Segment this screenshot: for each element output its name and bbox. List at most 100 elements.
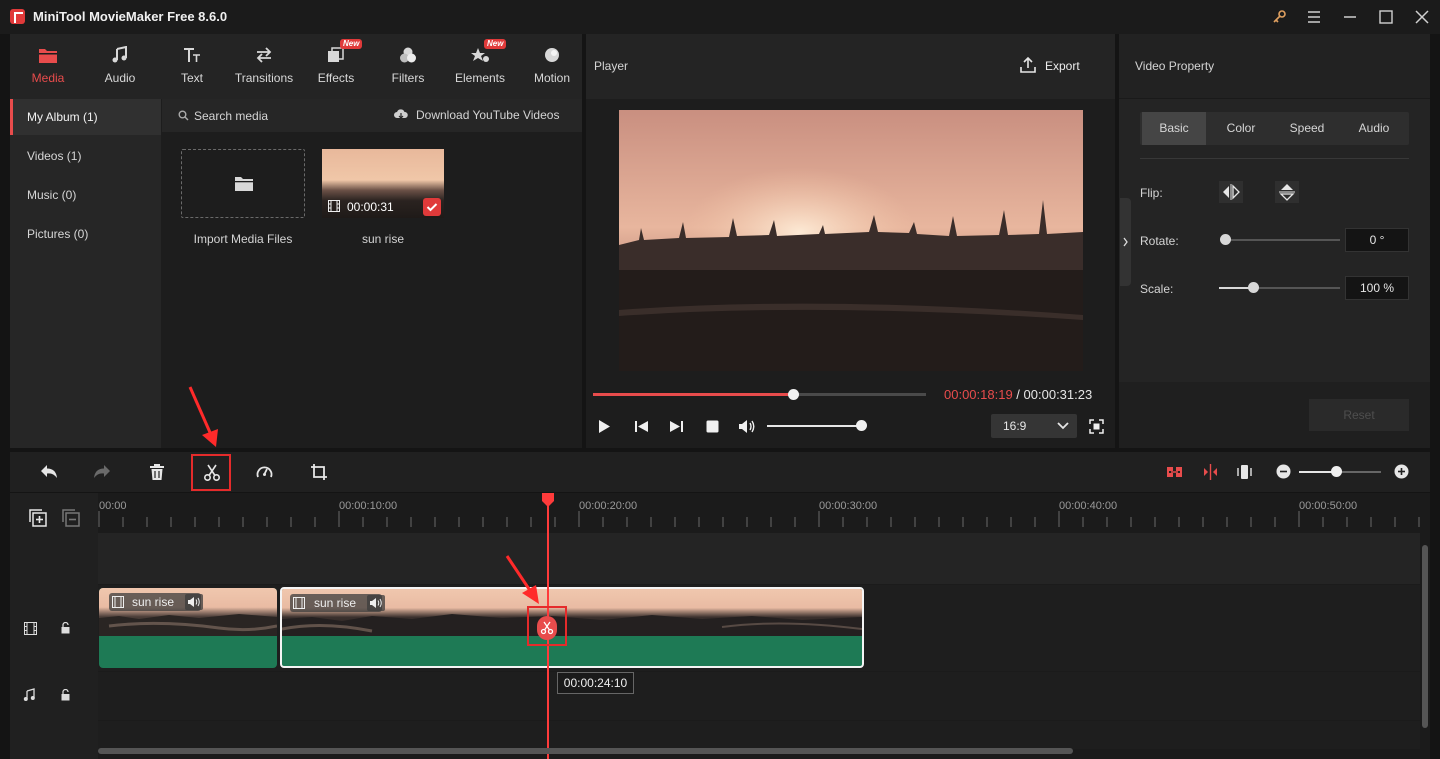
minimize-icon[interactable] (1339, 6, 1361, 28)
tab-elements[interactable]: New Elements (444, 34, 516, 99)
split-button[interactable] (191, 454, 231, 491)
rotate-slider[interactable] (1220, 234, 1340, 245)
sidebar-item-my-album[interactable]: My Album (1) (10, 99, 161, 135)
tab-media[interactable]: Media (12, 34, 84, 99)
transitions-icon (254, 46, 274, 64)
horizontal-scrollbar[interactable] (98, 748, 1073, 754)
zoom-handle[interactable] (1331, 466, 1342, 477)
split-here-button[interactable] (537, 616, 557, 640)
progress-fill (593, 393, 793, 396)
reset-button[interactable]: Reset (1309, 399, 1409, 431)
download-youtube-button[interactable]: Download YouTube Videos (416, 108, 559, 122)
zoom-out-icon[interactable] (1276, 464, 1291, 479)
lock-icon[interactable] (60, 622, 71, 634)
album-sidebar: My Album (1) Videos (1) Music (0) Pictur… (10, 99, 161, 448)
next-frame-button[interactable] (669, 419, 684, 434)
playhead-tooltip: 00:00:24:10 (557, 672, 634, 694)
lock-icon[interactable] (60, 689, 71, 701)
divider (1140, 158, 1409, 159)
media-header: Search media Download YouTube Videos (162, 99, 582, 132)
music-note-icon (110, 46, 130, 64)
sidebar-item-music[interactable]: Music (0) (10, 177, 161, 213)
tab-audio[interactable]: Audio (84, 34, 156, 99)
previous-frame-button[interactable] (634, 419, 649, 434)
sidebar-item-videos[interactable]: Videos (1) (10, 138, 161, 174)
tab-color[interactable]: Color (1208, 112, 1274, 145)
tab-basic[interactable]: Basic (1142, 112, 1206, 145)
video-clip[interactable]: sun rise (99, 588, 277, 668)
volume-handle[interactable] (856, 420, 867, 431)
maximize-icon[interactable] (1375, 6, 1397, 28)
aspect-ratio-select[interactable]: 16:9 (991, 414, 1077, 438)
video-clip-selected[interactable]: sun rise (280, 587, 864, 668)
tab-effects[interactable]: New Effects (300, 34, 372, 99)
volume-fill (767, 425, 861, 427)
clip-name: sun rise (314, 596, 357, 610)
export-button[interactable]: Export (1045, 59, 1080, 73)
tab-motion[interactable]: Motion (516, 34, 588, 99)
delete-icon[interactable] (148, 463, 166, 481)
search-icon (178, 110, 189, 121)
volume-slider[interactable] (767, 420, 867, 431)
clip-duration: 00:00:31 (347, 200, 394, 214)
snap-icon[interactable] (1202, 464, 1219, 480)
fullscreen-icon[interactable] (1089, 419, 1104, 434)
collapse-panel-handle[interactable] (1120, 198, 1131, 286)
zoom-in-icon[interactable] (1394, 464, 1409, 479)
crop-icon[interactable] (310, 463, 328, 481)
film-icon (328, 200, 340, 212)
tab-transitions[interactable]: Transitions (228, 34, 300, 99)
track-height-icon[interactable] (1236, 464, 1253, 480)
volume-icon[interactable] (738, 418, 756, 435)
speed-icon[interactable] (255, 463, 274, 481)
sidebar-item-pictures[interactable]: Pictures (0) (10, 216, 161, 252)
filters-icon (398, 46, 418, 64)
vertical-scrollbar[interactable] (1422, 545, 1428, 728)
property-header: Video Property (1119, 34, 1430, 99)
menu-icon[interactable] (1303, 6, 1325, 28)
tab-text[interactable]: Text (156, 34, 228, 99)
zoom-slider[interactable] (1299, 466, 1381, 477)
scale-slider[interactable] (1219, 282, 1340, 293)
undo-icon[interactable] (39, 463, 59, 481)
flip-vertical-button[interactable] (1275, 181, 1299, 203)
export-icon (1019, 56, 1037, 74)
stop-button[interactable] (706, 420, 719, 433)
checkmark-icon[interactable] (423, 198, 441, 216)
close-icon[interactable] (1411, 6, 1433, 28)
progress-handle[interactable] (788, 389, 799, 400)
scale-handle[interactable] (1248, 282, 1259, 293)
import-media-button[interactable] (181, 149, 305, 218)
tab-audio-property[interactable]: Audio (1341, 112, 1407, 145)
ruler-label: 00:00 (99, 500, 127, 512)
total-time: 00:00:31:23 (1023, 387, 1093, 402)
playback-progress[interactable] (593, 389, 926, 400)
media-clip-thumbnail[interactable]: 00:00:31 (322, 149, 444, 218)
scale-value-input[interactable]: 100 % (1345, 276, 1409, 300)
ruler-label: 00:00:50:00 (1299, 500, 1357, 512)
empty-track (98, 533, 1420, 584)
speaker-icon[interactable] (367, 595, 385, 611)
redo-icon[interactable] (92, 463, 112, 481)
speaker-icon[interactable] (185, 594, 203, 610)
app-title: MiniTool MovieMaker Free 8.6.0 (33, 9, 228, 24)
media-clip-name: sun rise (361, 232, 405, 246)
auto-fit-icon[interactable] (1166, 464, 1183, 480)
flip-horizontal-button[interactable] (1219, 181, 1243, 203)
tab-speed[interactable]: Speed (1274, 112, 1340, 145)
title-bar: MiniTool MovieMaker Free 8.6.0 (0, 0, 1440, 34)
rotate-handle[interactable] (1220, 234, 1231, 245)
playhead-handle[interactable] (541, 493, 555, 507)
add-track-icon[interactable] (29, 509, 47, 527)
remove-track-icon[interactable] (62, 509, 80, 527)
play-button[interactable] (597, 419, 611, 434)
rotate-value-input[interactable]: 0 ° (1345, 228, 1409, 252)
search-media-input[interactable]: Search media (194, 109, 268, 123)
current-time: 00:00:18:19 (944, 387, 1013, 402)
audio-track (98, 672, 1420, 720)
key-icon[interactable] (1268, 6, 1290, 28)
tab-filters[interactable]: Filters (372, 34, 444, 99)
annotation-arrow (186, 385, 222, 451)
film-icon (293, 597, 305, 609)
timeline-ruler[interactable]: 00:00 00:00:10:00 00:00:20:00 00:00:30:00 00… (98, 493, 1430, 533)
